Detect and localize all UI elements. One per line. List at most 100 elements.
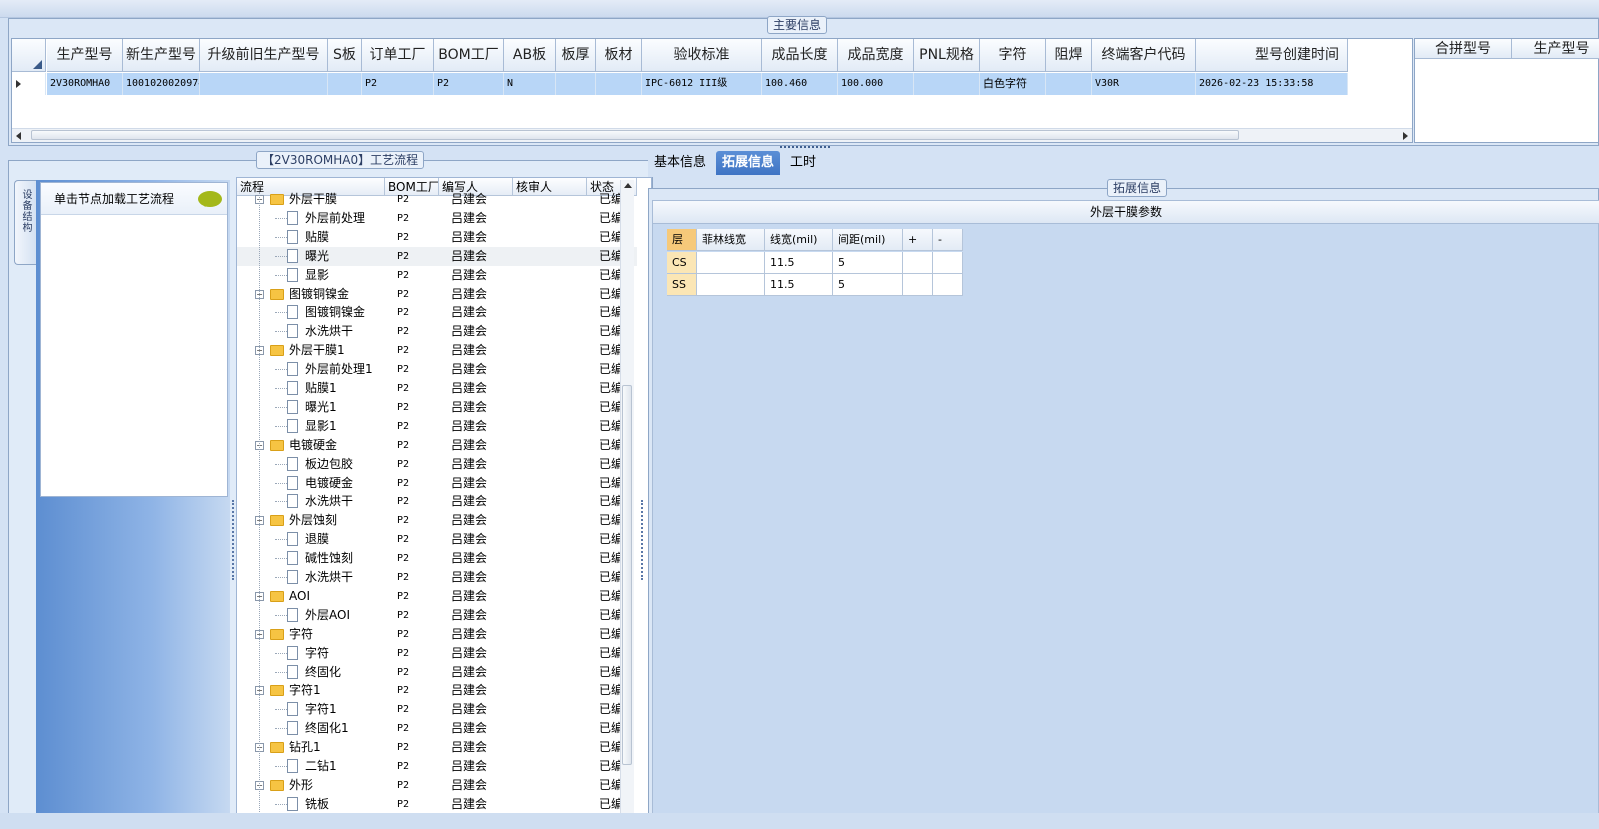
tree-row[interactable]: 外层AOIP2吕建会已编写 xyxy=(237,606,637,625)
col-order-factory[interactable]: 订单工厂 xyxy=(362,39,434,72)
tree-row[interactable]: −外层干膜P2吕建会已编写 xyxy=(237,190,637,209)
col-merge-model[interactable]: 合拼型号 xyxy=(1415,39,1512,59)
tree-row[interactable]: 铣板P2吕建会已编写 xyxy=(237,795,637,814)
col-add[interactable]: + xyxy=(903,229,933,251)
param-cell[interactable]: CS xyxy=(667,252,697,274)
tree-row[interactable]: 水洗烘干P2吕建会已编写 xyxy=(237,492,637,511)
param-cell[interactable]: SS xyxy=(667,274,697,296)
tree-row[interactable]: 贴膜P2吕建会已编写 xyxy=(237,228,637,247)
cell-new-production-model[interactable]: 10010200209742 xyxy=(123,73,200,95)
tree-row[interactable]: 曝光P2吕建会已编写 xyxy=(237,246,637,266)
tab-work-hours[interactable]: 工时 xyxy=(784,151,822,175)
tree-row[interactable]: −电镀硬金P2吕建会已编写 xyxy=(237,436,637,455)
tree-row[interactable]: 电镀硬金P2吕建会已编写 xyxy=(237,474,637,493)
main-info-grid[interactable]: 生产型号 新生产型号 升级前旧生产型号 S板 订单工厂 BOM工厂 AB板 板厚 板材 验收标准成… xyxy=(11,38,1413,143)
col-pnl-spec[interactable]: PNL规格 xyxy=(914,39,980,72)
tab-device-structure[interactable]: 设备结构 xyxy=(14,180,36,265)
col-character[interactable]: 字符 xyxy=(980,39,1046,72)
scroll-right-icon[interactable] xyxy=(1403,132,1408,140)
cell-s-board[interactable] xyxy=(328,73,362,95)
param-cell[interactable]: 11.5 xyxy=(765,252,833,274)
tree-row[interactable]: 水洗烘干P2吕建会已编写 xyxy=(237,568,637,587)
tree-row[interactable]: 终固化1P2吕建会已编写 xyxy=(237,719,637,738)
grid-corner[interactable] xyxy=(12,39,46,72)
tree-row[interactable]: 显影P2吕建会已编写 xyxy=(237,266,637,285)
col-old-production-model[interactable]: 升级前旧生产型号 xyxy=(200,39,328,72)
param-cell[interactable]: 5 xyxy=(833,274,903,296)
tree-row[interactable]: 水洗烘干P2吕建会已编写 xyxy=(237,322,637,341)
cell-thickness[interactable] xyxy=(556,73,596,95)
tree-row[interactable]: −外形P2吕建会已编写 xyxy=(237,776,637,795)
node-panel-header[interactable]: 单击节点加载工艺流程 xyxy=(41,183,227,215)
cell-board-material[interactable] xyxy=(596,73,642,95)
tab-basic-info[interactable]: 基本信息 xyxy=(648,151,712,175)
tab-extended-info[interactable]: 拓展信息 xyxy=(716,151,781,175)
tree-row[interactable]: 字符P2吕建会已编写 xyxy=(237,644,637,663)
cell-solder-mask[interactable] xyxy=(1046,73,1092,95)
scroll-left-icon[interactable] xyxy=(16,132,21,140)
col-film-width[interactable]: 菲林线宽 xyxy=(697,229,765,251)
col-acceptance-standard[interactable]: 验收标准 xyxy=(642,39,762,72)
param-cell[interactable] xyxy=(903,274,933,296)
param-cell[interactable] xyxy=(933,274,963,296)
param-cell[interactable] xyxy=(933,252,963,274)
middle-splitter-grip[interactable] xyxy=(641,500,644,580)
tree-row[interactable]: 终固化P2吕建会已编写 xyxy=(237,663,637,682)
tree-scroll-thumb[interactable] xyxy=(622,385,632,765)
param-cell[interactable] xyxy=(697,252,765,274)
col-spacing[interactable]: 间距(mil) xyxy=(833,229,903,251)
tree-row[interactable]: 外层前处理1P2吕建会已编写 xyxy=(237,360,637,379)
param-cell[interactable]: 5 xyxy=(833,252,903,274)
cell-character[interactable]: 白色字符 xyxy=(980,73,1046,95)
main-grid-hscrollbar[interactable] xyxy=(12,128,1412,142)
scroll-up-icon[interactable] xyxy=(624,183,632,188)
col-remove[interactable]: - xyxy=(933,229,963,251)
param-cell[interactable]: 11.5 xyxy=(765,274,833,296)
tree-row[interactable]: 退膜P2吕建会已编写 xyxy=(237,530,637,549)
cell-width[interactable]: 100.000 xyxy=(838,73,914,95)
col-layer[interactable]: 层 xyxy=(667,229,697,251)
cell-old-production-model[interactable] xyxy=(200,73,328,95)
tree-row[interactable]: 贴膜1P2吕建会已编写 xyxy=(237,379,637,398)
col-thickness[interactable]: 板厚 xyxy=(556,39,596,72)
col-new-production-model[interactable]: 新生产型号 xyxy=(123,39,200,72)
col-line-width[interactable]: 线宽(mil) xyxy=(765,229,833,251)
col-s-board[interactable]: S板 xyxy=(328,39,362,72)
tree-row[interactable]: 二钻1P2吕建会已编写 xyxy=(237,757,637,776)
cell-order-factory[interactable]: P2 xyxy=(362,73,434,95)
cell-created-time[interactable]: 2026-02-23 15:33:58 xyxy=(1196,73,1348,95)
tree-row[interactable]: −图镀铜镍金P2吕建会已编写 xyxy=(237,285,637,304)
left-splitter-grip[interactable] xyxy=(232,500,235,580)
col-ab-board[interactable]: AB板 xyxy=(504,39,556,72)
tree-row[interactable]: 曝光1P2吕建会已编写 xyxy=(237,398,637,417)
row-indicator[interactable] xyxy=(12,73,46,95)
col-customer-code[interactable]: 终端客户代码 xyxy=(1092,39,1196,72)
param-cell[interactable] xyxy=(903,252,933,274)
merge-model-grid[interactable]: 合拼型号 生产型号 xyxy=(1414,38,1599,143)
col-created-time[interactable]: 型号创建时间 xyxy=(1196,39,1348,72)
speech-bubble-icon[interactable] xyxy=(198,191,222,207)
cell-acceptance-standard[interactable]: IPC-6012 III级 xyxy=(642,73,762,95)
tree-row[interactable]: −外层蚀刻P2吕建会已编写 xyxy=(237,511,637,530)
cell-bom-factory[interactable]: P2 xyxy=(434,73,504,95)
tree-row[interactable]: −钻孔1P2吕建会已编写 xyxy=(237,738,637,757)
tree-row[interactable]: −AOIP2吕建会已编写 xyxy=(237,587,637,606)
tree-row[interactable]: 图镀铜镍金P2吕建会已编写 xyxy=(237,303,637,322)
cell-production-model[interactable]: 2V30ROMHA0 xyxy=(47,73,123,95)
col-bom-factory[interactable]: BOM工厂 xyxy=(434,39,504,72)
col-length[interactable]: 成品长度 xyxy=(762,39,838,72)
col-production-model[interactable]: 生产型号 xyxy=(47,39,123,72)
col-board-material[interactable]: 板材 xyxy=(596,39,642,72)
tree-row[interactable]: 碱性蚀刻P2吕建会已编写 xyxy=(237,549,637,568)
tree-row[interactable]: −字符P2吕建会已编写 xyxy=(237,625,637,644)
hscroll-thumb[interactable] xyxy=(31,130,1239,140)
cell-length[interactable]: 100.460 xyxy=(762,73,838,95)
tree-row[interactable]: 板边包胶P2吕建会已编写 xyxy=(237,455,637,474)
tree-row[interactable]: 外层前处理P2吕建会已编写 xyxy=(237,209,637,228)
col-width[interactable]: 成品宽度 xyxy=(838,39,914,72)
cell-customer-code[interactable]: V30R xyxy=(1092,73,1196,95)
cell-ab-board[interactable]: N xyxy=(504,73,556,95)
node-panel[interactable]: 单击节点加载工艺流程 xyxy=(40,182,228,497)
param-cell[interactable] xyxy=(697,274,765,296)
col-side-production-model[interactable]: 生产型号 xyxy=(1512,39,1599,59)
